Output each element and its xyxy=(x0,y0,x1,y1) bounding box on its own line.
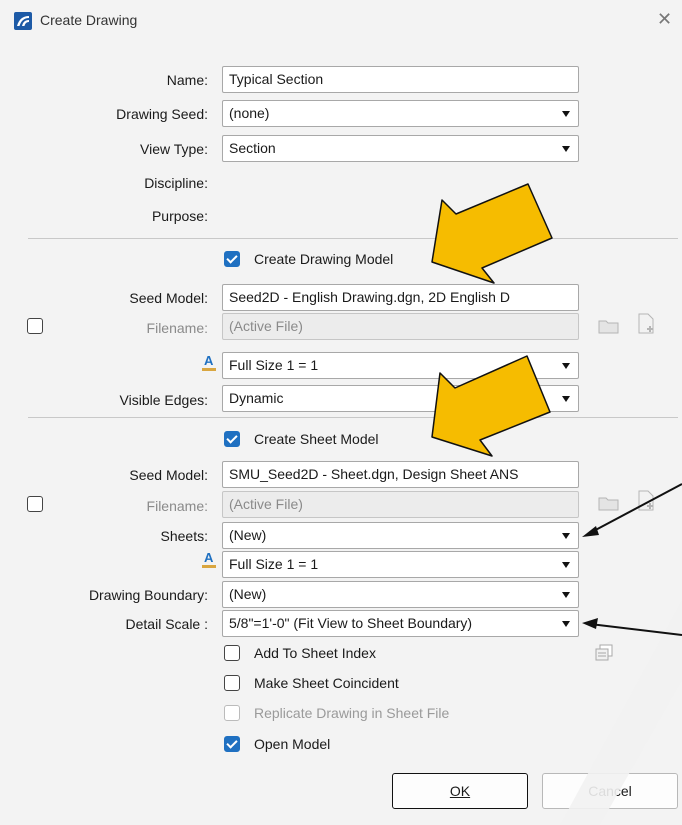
pointer-line-sheets xyxy=(587,483,682,535)
pointer-head-sheets xyxy=(582,526,599,537)
callout-arrow-sheet-model xyxy=(431,355,551,457)
callout-arrow-drawing-model xyxy=(431,183,553,284)
pointer-head-detail-scale xyxy=(582,618,598,629)
annotation-overlay xyxy=(431,183,682,825)
